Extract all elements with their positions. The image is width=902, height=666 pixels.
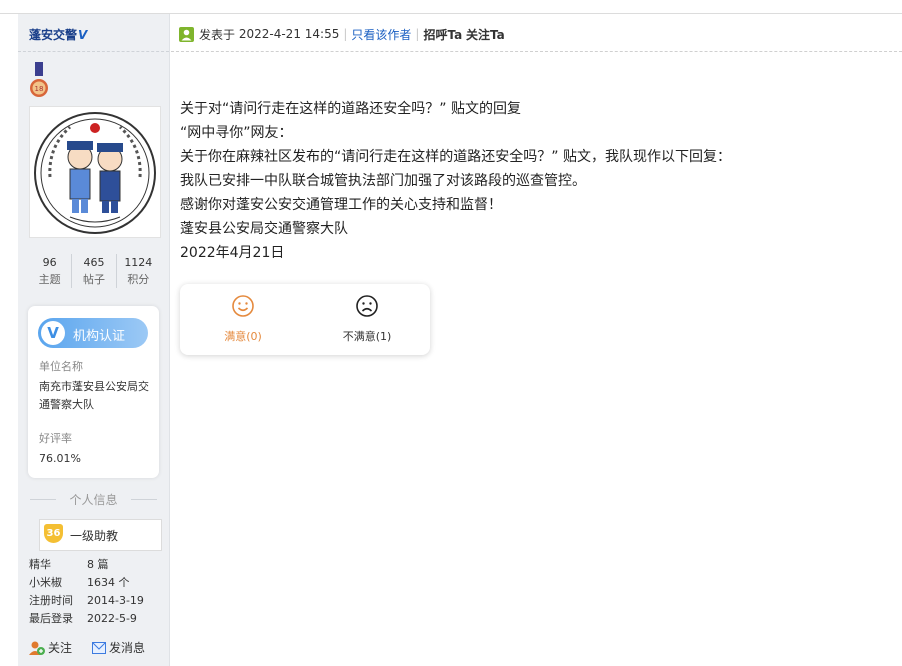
rating-label: 好评率 [39,432,72,445]
unsatisfied-label[interactable]: 不满意(1) [312,328,422,344]
divider [171,51,902,52]
stat-points[interactable]: 1124 积分 [115,254,160,288]
stat-label[interactable]: 积分 [117,271,160,288]
section-title-personal-info: 个人信息 [18,491,169,508]
info-row: 注册时间 2014-3-19 [29,592,144,610]
user-info-list: 精华 8 篇 小米椒 1634 个 注册时间 2014-3-19 最后登录 20… [29,556,144,628]
user-actions: 关注 发消息 [29,639,165,656]
org-value: 南充市蓬安县公安局交通警察大队 [39,380,149,411]
rank-level-icon: 36 [44,524,63,543]
follow-ta-button[interactable]: 关注Ta [466,26,505,43]
stat-value[interactable]: 96 [28,254,71,271]
info-value: 8 篇 [87,558,109,571]
rating-value: 76.01% [39,452,81,465]
info-value: 2022-5-9 [87,612,137,625]
online-status-icon [179,26,194,42]
author-sidebar: 蓬安交警V 18 96 主题 465 帖子 1124 积分 V 机构认证 单位名… [18,14,170,666]
police-emblem-icon [34,112,156,234]
stat-value[interactable]: 465 [72,254,115,271]
follow-user-icon [29,641,45,655]
post-date: 2022-4-21 14:55 [238,27,340,41]
user-rank: 36 一级助教 [39,519,162,551]
info-key: 小米椒 [29,576,62,589]
envelope-icon [92,641,107,654]
post-meta-bar: 发表于 2022-4-21 14:55 | 只看该作者 | 招呼Ta 关注Ta [179,25,505,43]
satisfied-label[interactable]: 满意(0) [188,328,298,344]
avatar[interactable] [29,106,161,238]
cert-badge[interactable]: V 机构认证 [38,318,148,348]
cert-badge-label: 机构认证 [73,329,126,344]
user-silhouette-icon [181,29,192,40]
satisfied-button[interactable]: 满意(0) [188,294,298,344]
follow-button[interactable]: 关注 [29,639,72,656]
medal-number: 18 [35,85,44,93]
stat-topics[interactable]: 96 主题 [28,254,71,288]
info-row: 最后登录 2022-5-9 [29,610,144,628]
info-row: 小米椒 1634 个 [29,574,144,592]
smile-icon [232,295,254,317]
verified-mark: V [78,28,88,42]
post-line: 2022年4月21日 [180,245,285,261]
stat-label[interactable]: 主题 [28,271,71,288]
info-key: 最后登录 [29,612,73,625]
stat-label[interactable]: 帖子 [72,271,115,288]
send-message-button[interactable]: 发消息 [92,639,145,656]
post-content: 关于对“请问行走在这样的道路还安全吗？” 贴文的回复 “网中寻你”网友： 关于你… [180,97,731,265]
verified-v-icon: V [41,321,65,345]
author-name-text[interactable]: 蓬安交警 [29,28,77,42]
medal-icon[interactable]: 18 [29,62,49,98]
greet-button[interactable]: 招呼Ta [423,26,462,43]
author-name[interactable]: 蓬安交警V [29,26,87,43]
info-key: 精华 [29,558,51,571]
author-only-link[interactable]: 只看该作者 [351,26,411,43]
user-stats: 96 主题 465 帖子 1124 积分 [28,254,160,288]
info-value: 1634 个 [87,576,130,589]
post-line: 蓬安县公安局交通警察大队 [180,221,348,237]
frown-icon [356,295,378,317]
send-message-label[interactable]: 发消息 [109,639,145,656]
rating-box: 满意(0) 不满意(1) [180,284,430,355]
stat-value[interactable]: 1124 [117,254,160,271]
cert-card: V 机构认证 单位名称 南充市蓬安县公安局交通警察大队 好评率 76.01% [28,306,159,478]
post-line: 关于对“请问行走在这样的道路还安全吗？” 贴文的回复 [180,101,521,117]
divider [18,51,169,53]
rank-title: 一级助教 [70,529,119,543]
follow-label[interactable]: 关注 [48,639,72,656]
stat-posts[interactable]: 465 帖子 [71,254,115,288]
post-line: “网中寻你”网友： [180,125,293,141]
org-label: 单位名称 [39,360,83,373]
unsatisfied-button[interactable]: 不满意(1) [312,294,422,344]
post-line: 感谢你对蓬安公安交通管理工作的关心支持和监督！ [180,197,502,213]
post-line: 我队已安排一中队联合城管执法部门加强了对该路段的巡查管控。 [180,173,586,189]
separator: | [415,27,420,41]
info-value: 2014-3-19 [87,594,144,607]
separator: | [343,27,348,41]
info-key: 注册时间 [29,594,73,607]
posted-label: 发表于 [199,27,236,42]
post-line: 关于你在麻辣社区发布的“请问行走在这样的道路还安全吗？” 贴文，我队现作以下回复… [180,149,731,165]
info-row: 精华 8 篇 [29,556,144,574]
